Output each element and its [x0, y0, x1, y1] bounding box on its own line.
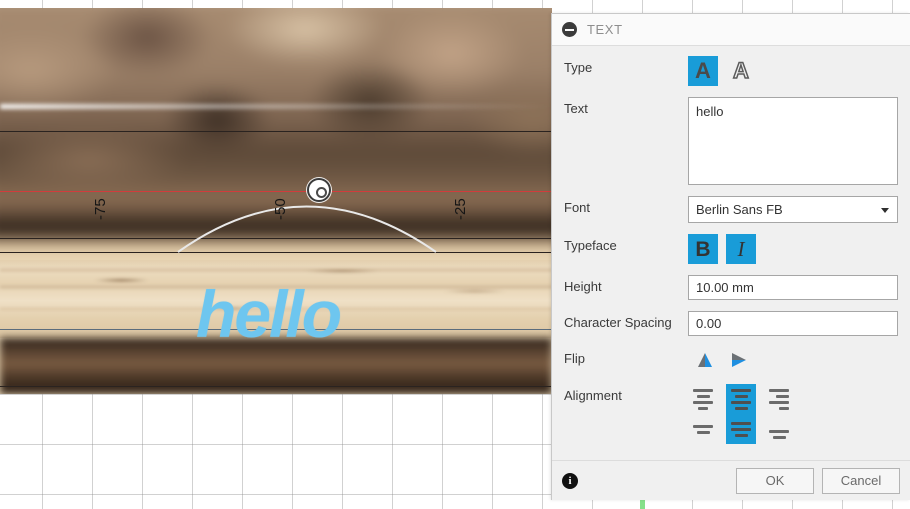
- type-solid-glyph: A: [695, 58, 711, 83]
- align-bottom-icon[interactable]: [764, 414, 794, 444]
- row-height: Height: [564, 275, 898, 300]
- alignment-options: [688, 384, 898, 444]
- flip-horizontal-icon[interactable]: [722, 347, 756, 373]
- info-icon[interactable]: i: [562, 472, 578, 489]
- row-font: Font Berlin Sans FB: [564, 196, 898, 223]
- text-label: Text: [564, 101, 588, 116]
- ok-button[interactable]: OK: [736, 467, 814, 494]
- highlight-streak: [0, 104, 552, 109]
- alignment-row-horizontal: [688, 384, 802, 414]
- row-alignment: Alignment: [564, 384, 898, 444]
- panel-header: TEXT: [552, 14, 910, 46]
- row-typeface: Typeface B I: [564, 234, 898, 264]
- italic-glyph: I: [737, 236, 745, 261]
- character-spacing-input[interactable]: [688, 311, 898, 336]
- app-window: -75 -50 -25 hello TEXT Type A A Text hel…: [0, 0, 910, 509]
- font-select-wrap: Berlin Sans FB: [688, 196, 898, 223]
- font-label: Font: [564, 200, 591, 215]
- text-input[interactable]: [688, 97, 898, 185]
- alignment-row-vertical: [688, 414, 802, 444]
- typeface-options: B I: [688, 234, 898, 264]
- ruler-tick-label: -25: [452, 198, 469, 220]
- align-center-icon[interactable]: [726, 384, 756, 414]
- text-input-wrap: [688, 97, 898, 185]
- flip-vertical-icon[interactable]: [688, 347, 722, 373]
- height-input[interactable]: [688, 275, 898, 300]
- ruler-tick-label: -50: [272, 198, 289, 220]
- align-middle-icon[interactable]: [726, 414, 756, 444]
- row-character-spacing: Character Spacing: [564, 311, 898, 336]
- chevron-down-icon: [881, 207, 889, 213]
- cancel-button[interactable]: Cancel: [822, 467, 900, 494]
- typeface-label: Typeface: [564, 238, 617, 253]
- character-spacing-label: Character Spacing: [564, 315, 672, 330]
- text-properties-panel: TEXT Type A A Text hello Font Berlin San…: [551, 13, 910, 500]
- bold-icon[interactable]: B: [688, 234, 718, 264]
- panel-title: TEXT: [587, 22, 623, 37]
- bold-glyph: B: [695, 237, 711, 261]
- font-select[interactable]: Berlin Sans FB: [688, 196, 898, 223]
- align-left-icon[interactable]: [688, 384, 718, 414]
- row-text: Text: [564, 97, 898, 185]
- character-spacing-input-wrap: [688, 311, 898, 336]
- row-flip: Flip: [564, 347, 898, 373]
- row-type: Type A A: [564, 56, 898, 86]
- align-right-icon[interactable]: [764, 384, 794, 414]
- alignment-label: Alignment: [564, 388, 622, 403]
- type-options: A A: [688, 56, 898, 86]
- photo-rule: [0, 386, 552, 387]
- rotation-handle-icon[interactable]: [307, 178, 331, 202]
- photo-rule: [0, 131, 552, 132]
- outline-letter-a-icon[interactable]: A: [726, 56, 756, 86]
- panel-footer: i OK Cancel: [552, 460, 910, 500]
- flip-options: [688, 347, 898, 373]
- height-label: Height: [564, 279, 602, 294]
- type-label: Type: [564, 60, 593, 75]
- italic-icon[interactable]: I: [726, 234, 756, 264]
- minus-circle-icon[interactable]: [562, 22, 577, 37]
- ruler-tick-label: -75: [92, 198, 109, 220]
- artwork-text[interactable]: hello: [196, 281, 342, 347]
- flip-label: Flip: [564, 351, 585, 366]
- font-select-value: Berlin Sans FB: [696, 202, 783, 217]
- type-outline-glyph: A: [732, 58, 749, 83]
- panel-body: Type A A Text Font: [552, 46, 910, 460]
- solid-letter-a-icon[interactable]: A: [688, 56, 718, 86]
- align-top-icon[interactable]: [688, 414, 718, 444]
- height-input-wrap: [688, 275, 898, 300]
